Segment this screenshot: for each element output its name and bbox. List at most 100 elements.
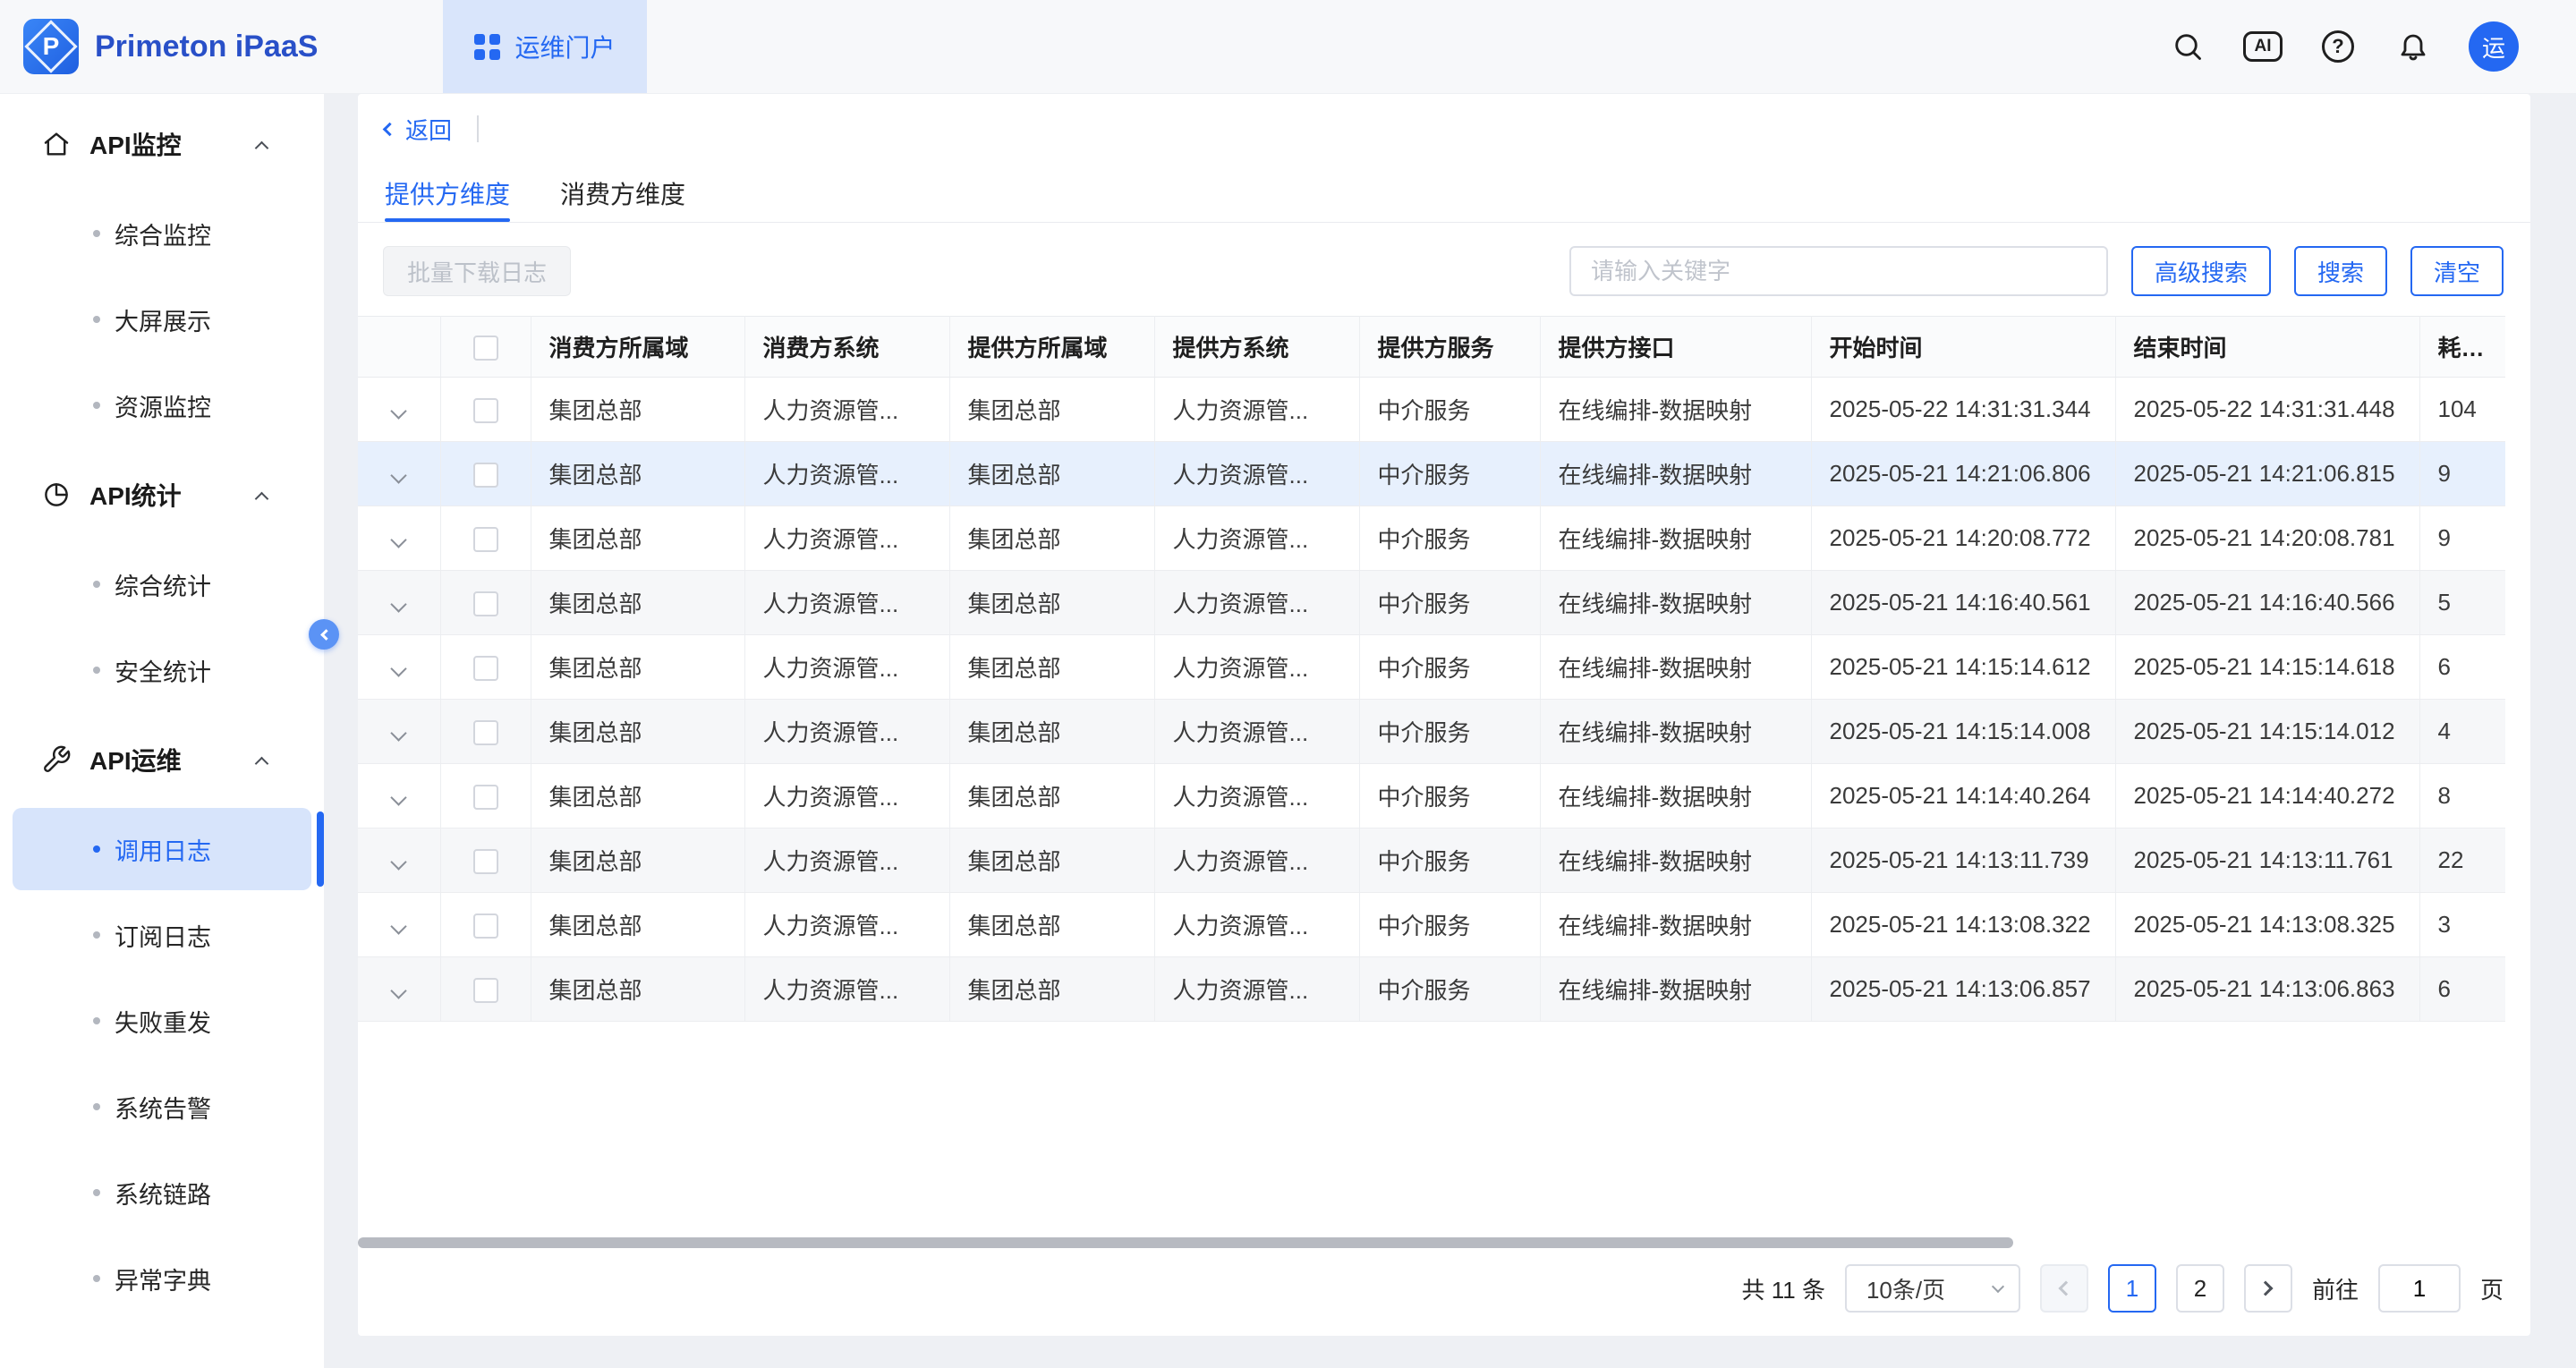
sidebar-collapse-button[interactable] [309,619,339,650]
row-checkbox[interactable] [473,463,498,488]
tab-1[interactable]: 消费方维度 [560,164,685,222]
sidebar-item[interactable]: 系统链路 [13,1151,311,1234]
ai-icon[interactable]: AI [2243,27,2283,66]
expand-row-icon[interactable] [391,854,407,870]
divider [477,115,479,142]
chevron-up-icon [255,140,269,155]
row-checkbox[interactable] [473,656,498,681]
table-row: 集团总部人力资源管...集团总部人力资源管...中介服务在线编排-数据映射202… [358,378,2505,442]
row-checkbox[interactable] [473,398,498,423]
expand-row-icon[interactable] [391,789,407,805]
expand-row-icon[interactable] [391,467,407,483]
search-button[interactable]: 搜索 [2294,246,2387,296]
row-checkbox[interactable] [473,591,498,616]
table-cell: 集团总部 [531,957,744,1022]
sidebar-item[interactable]: 订阅日志 [13,894,311,976]
sidebar-item-label: 综合统计 [115,567,211,602]
sidebar-item-label: 综合监控 [115,217,211,251]
advanced-search-button[interactable]: 高级搜索 [2131,246,2271,296]
row-checkbox[interactable] [473,527,498,552]
table-cell: 4 [2419,700,2505,764]
row-checkbox[interactable] [473,720,498,745]
table-cell: 2025-05-21 14:21:06.815 [2115,442,2419,506]
table-cell: 2025-05-21 14:21:06.806 [1811,442,2115,506]
sidebar-item[interactable]: 资源监控 [13,364,311,446]
brand-logo-letter: P [43,32,60,61]
sidebar-group[interactable]: API监控 [0,99,324,189]
table-cell: 9 [2419,506,2505,571]
expand-row-icon[interactable] [391,725,407,741]
sidebar-item[interactable]: 安全统计 [13,629,311,711]
sidebar-item-label: 失败重发 [115,1004,211,1039]
page-size-value: 10条/页 [1866,1272,1945,1305]
table-cell: 2025-05-21 14:15:14.612 [1811,635,2115,700]
table-row: 集团总部人力资源管...集团总部人力资源管...中介服务在线编排-数据映射202… [358,828,2505,893]
sidebar-item[interactable]: 大屏展示 [13,278,311,361]
table-cell: 22 [2419,828,2505,893]
table-cell: 2025-05-22 14:31:31.448 [2115,378,2419,442]
next-page-button[interactable] [2244,1264,2292,1313]
table-cell: 人力资源管... [744,635,949,700]
sidebar-item[interactable]: 异常字典 [13,1237,311,1320]
table-row: 集团总部人力资源管...集团总部人力资源管...中介服务在线编排-数据映射202… [358,571,2505,635]
table-cell: 104 [2419,378,2505,442]
expand-row-icon[interactable] [391,918,407,934]
dimension-tabs: 提供方维度消费方维度 [358,164,2530,223]
content-card: 返回 提供方维度消费方维度 批量下载日志 高级搜索 搜索 清空 消费方所属域消费… [358,94,2530,1336]
expand-row-icon[interactable] [391,596,407,612]
select-all-checkbox[interactable] [473,336,498,361]
sidebar-item[interactable]: 系统告警 [13,1066,311,1148]
table-cell: 中介服务 [1359,700,1540,764]
batch-download-button[interactable]: 批量下载日志 [383,246,571,296]
sidebar-group[interactable]: API运维 [0,715,324,804]
clear-button[interactable]: 清空 [2410,246,2504,296]
row-checkbox[interactable] [473,785,498,810]
prev-page-button[interactable] [2040,1264,2088,1313]
scrollbar-thumb[interactable] [358,1237,2013,1248]
bell-icon[interactable] [2393,27,2433,66]
table-cell: 集团总部 [949,571,1154,635]
page-number-button[interactable]: 1 [2108,1264,2156,1313]
back-button[interactable]: 返回 [385,113,452,146]
expand-row-icon[interactable] [391,403,407,419]
chevron-left-icon [2059,1281,2074,1296]
keyword-input[interactable] [1569,246,2108,296]
sidebar-group[interactable]: API统计 [0,450,324,540]
search-icon[interactable] [2168,27,2207,66]
expand-row-icon[interactable] [391,660,407,676]
table-cell: 集团总部 [531,828,744,893]
ai-icon-text: AI [2243,31,2283,62]
table-cell: 中介服务 [1359,635,1540,700]
help-icon[interactable]: ? [2318,27,2358,66]
help-icon-text: ? [2322,30,2354,63]
sidebar-nav: API监控综合监控大屏展示资源监控API统计综合统计安全统计API运维调用日志订… [0,94,324,1320]
row-checkbox[interactable] [473,978,498,1003]
sidebar-item-label: 系统告警 [115,1090,211,1125]
table-cell: 6 [2419,635,2505,700]
tab-0[interactable]: 提供方维度 [385,164,510,222]
grid-icon [474,34,500,60]
sidebar-item[interactable]: 综合监控 [13,192,311,275]
expand-row-icon[interactable] [391,531,407,548]
table-cell: 2025-05-21 14:15:14.008 [1811,700,2115,764]
table-cell: 2025-05-21 14:20:08.772 [1811,506,2115,571]
table-cell: 人力资源管... [744,506,949,571]
sidebar-item[interactable]: 失败重发 [13,980,311,1062]
table-row: 集团总部人力资源管...集团总部人力资源管...中介服务在线编排-数据映射202… [358,442,2505,506]
table-cell: 人力资源管... [744,700,949,764]
sidebar-item[interactable]: 综合统计 [13,543,311,625]
row-checkbox[interactable] [473,849,498,874]
portal-tab[interactable]: 运维门户 [443,0,647,93]
table-cell: 集团总部 [531,378,744,442]
top-bar: P Primeton iPaaS 运维门户 AI ? 运 [0,0,2576,94]
table-cell: 人力资源管... [1154,764,1359,828]
expand-row-icon[interactable] [391,982,407,998]
goto-page-input[interactable] [2378,1264,2461,1313]
row-checkbox[interactable] [473,913,498,939]
page-size-select[interactable]: 10条/页 [1845,1264,2020,1313]
table-cell: 人力资源管... [744,764,949,828]
page-number-button[interactable]: 2 [2176,1264,2224,1313]
sidebar-item[interactable]: 调用日志 [13,808,311,890]
table-cell: 2025-05-21 14:13:06.857 [1811,957,2115,1022]
avatar[interactable]: 运 [2469,21,2519,72]
